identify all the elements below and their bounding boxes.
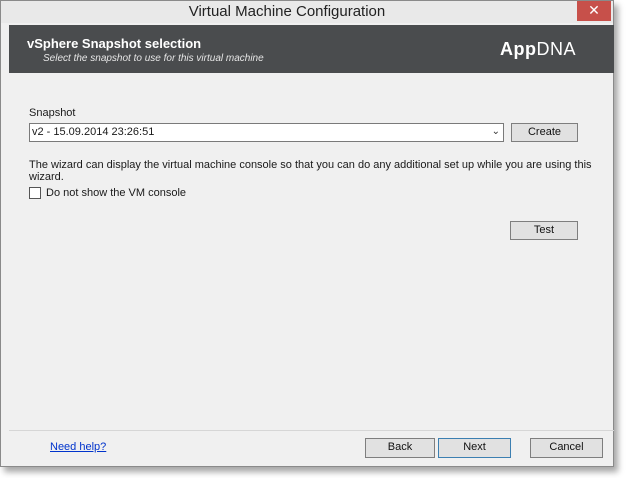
cancel-button[interactable]: Cancel bbox=[530, 438, 603, 458]
wizard-header: vSphere Snapshot selection Select the sn… bbox=[9, 25, 614, 73]
dialog-window: Virtual Machine Configuration ✕ vSphere … bbox=[0, 0, 614, 467]
appdna-logo: AppDNA bbox=[500, 39, 576, 60]
next-button[interactable]: Next bbox=[438, 438, 511, 458]
logo-bold: App bbox=[499, 39, 537, 59]
back-button[interactable]: Back bbox=[365, 438, 435, 458]
snapshot-label: Snapshot bbox=[29, 107, 76, 119]
header-title: vSphere Snapshot selection bbox=[27, 36, 202, 51]
header-subtitle: Select the snapshot to use for this virt… bbox=[43, 53, 264, 64]
create-button[interactable]: Create bbox=[511, 123, 578, 142]
footer-divider bbox=[9, 430, 614, 431]
do-not-show-console-label[interactable]: Do not show the VM console bbox=[46, 187, 186, 199]
need-help-link[interactable]: Need help? bbox=[50, 441, 106, 453]
logo-rest: DNA bbox=[536, 39, 576, 59]
console-info-text: The wizard can display the virtual machi… bbox=[29, 159, 592, 183]
snapshot-select[interactable]: v2 - 15.09.2014 23:26:51 ⌄ bbox=[29, 123, 504, 142]
test-button[interactable]: Test bbox=[510, 221, 578, 240]
close-icon: ✕ bbox=[588, 2, 600, 18]
window-title: Virtual Machine Configuration bbox=[188, 3, 386, 20]
do-not-show-console-checkbox[interactable] bbox=[29, 187, 41, 199]
snapshot-selected-value: v2 - 15.09.2014 23:26:51 bbox=[32, 126, 155, 138]
title-bar[interactable]: Virtual Machine Configuration ✕ bbox=[1, 1, 613, 23]
chevron-down-icon[interactable]: ⌄ bbox=[492, 126, 500, 137]
close-button[interactable]: ✕ bbox=[577, 1, 611, 21]
